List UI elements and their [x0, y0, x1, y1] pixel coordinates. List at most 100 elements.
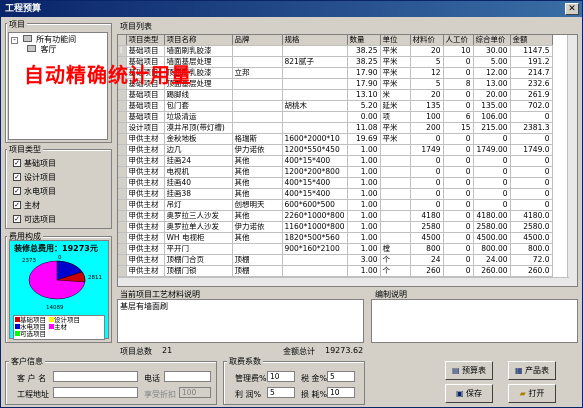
checkbox-base[interactable]: ✓ 基础项目 — [13, 158, 56, 169]
table-cell[interactable]: 创想明天 — [232, 199, 283, 211]
phone-field[interactable] — [164, 371, 211, 382]
table-cell[interactable]: 垃圾清运 — [164, 111, 233, 123]
table-cell[interactable]: 1.00 — [347, 177, 381, 189]
table-cell[interactable]: 1200*550*450 — [282, 144, 348, 156]
address-field[interactable] — [53, 387, 138, 398]
table-cell[interactable]: 20 — [410, 89, 444, 101]
table-cell[interactable]: 甲供主材 — [126, 133, 165, 145]
table-cell[interactable]: 135 — [410, 100, 444, 112]
table-cell[interactable]: 格瑞斯 — [232, 133, 283, 145]
table-cell[interactable]: 踢脚线 — [164, 89, 233, 101]
table-cell[interactable]: 0 — [473, 177, 511, 189]
table-cell[interactable]: 0 — [443, 199, 474, 211]
table-cell[interactable]: 260.00 — [473, 265, 511, 277]
table-cell[interactable]: 边几 — [164, 144, 233, 156]
table-cell[interactable]: 顶棚门合页 — [164, 254, 233, 266]
table-cell[interactable]: 其他 — [232, 188, 283, 200]
open-button[interactable]: ▰ 打开 — [508, 384, 556, 403]
table-cell[interactable]: 顶棚 — [232, 254, 283, 266]
table-row[interactable]: 甲供主材 平开门 900*160*2100 1.00 樘 800 0 800.00 800.0 — [118, 243, 553, 255]
product-table-button[interactable]: ▦ 产品表 — [508, 361, 556, 380]
table-cell[interactable] — [282, 265, 348, 277]
column-header[interactable]: 金额 — [510, 35, 553, 46]
table-cell[interactable]: 13.10 — [347, 89, 381, 101]
table-cell[interactable] — [232, 111, 283, 123]
table-cell[interactable] — [380, 166, 411, 178]
table-cell[interactable]: 0 — [443, 155, 474, 167]
table-cell[interactable]: 0 — [510, 133, 553, 145]
table-cell[interactable]: 400*15*400 — [282, 155, 348, 167]
table-row[interactable]: 甲供主材 挂画40 其他 400*15*400 1.00 0 0 0 0 — [118, 177, 553, 189]
table-cell[interactable]: 基础项目 — [126, 100, 165, 112]
table-cell[interactable]: 其他 — [232, 155, 283, 167]
table-cell[interactable]: 平开门 — [164, 243, 233, 255]
table-row[interactable]: 基础项目 垃圾清运 0.00 项 100 6 106.00 0 — [118, 111, 553, 123]
table-cell[interactable] — [380, 188, 411, 200]
table-cell[interactable]: 0 — [443, 210, 474, 222]
column-header[interactable]: 材料价 — [410, 35, 444, 46]
table-cell[interactable]: 奥罗拉单人沙发 — [164, 221, 233, 233]
table-cell[interactable]: 基础项目 — [126, 89, 165, 101]
table-cell[interactable]: 0 — [443, 232, 474, 244]
table-cell[interactable]: 挂画40 — [164, 177, 233, 189]
table-cell[interactable]: 1.00 — [347, 210, 381, 222]
table-cell[interactable]: WH 电视柜 — [164, 232, 233, 244]
customer-name-field[interactable] — [53, 371, 138, 382]
table-cell[interactable]: 0 — [473, 166, 511, 178]
table-cell[interactable]: 4500.0 — [510, 232, 553, 244]
table-cell[interactable] — [282, 122, 348, 134]
table-row[interactable]: I 基础项目 墙面刷乳胶漆 38.25 平米 20 10 30.00 1147.5 — [118, 45, 553, 57]
table-row[interactable]: 甲供主材 奥罗拉三人沙发 其他 2260*1000*800 1.00 4180 0 4180.… — [118, 210, 553, 222]
tree-item-living-room[interactable]: 客厅 — [27, 44, 57, 55]
table-row[interactable]: 甲供主材 挂画24 其他 400*15*400 1.00 0 0 0 0 — [118, 155, 553, 167]
table-cell[interactable]: 11.08 — [347, 122, 381, 134]
table-cell[interactable]: 800 — [410, 243, 444, 255]
table-cell[interactable] — [282, 45, 348, 57]
table-cell[interactable]: 0 — [410, 133, 444, 145]
table-cell[interactable]: 甲供主材 — [126, 254, 165, 266]
table-cell[interactable]: 1600*2000*10 — [282, 133, 348, 145]
table-cell[interactable]: 0 — [473, 155, 511, 167]
table-cell[interactable]: 甲供主材 — [126, 144, 165, 156]
table-cell[interactable]: 米 — [380, 89, 411, 101]
table-cell[interactable]: 挂画38 — [164, 188, 233, 200]
table-cell[interactable] — [380, 210, 411, 222]
save-button[interactable]: ▣ 保存 — [445, 384, 493, 403]
checkbox-main[interactable]: ✓ 主材 — [13, 200, 40, 211]
table-cell[interactable]: 0 — [443, 56, 474, 68]
table-cell[interactable] — [380, 221, 411, 233]
table-cell[interactable]: 1749.00 — [473, 144, 511, 156]
table-cell[interactable]: 其他 — [232, 177, 283, 189]
table-cell[interactable]: 墙面刷乳胶漆 — [164, 45, 233, 57]
table-cell[interactable]: 0 — [410, 155, 444, 167]
table-cell[interactable]: 1749.0 — [510, 144, 553, 156]
table-cell[interactable]: 38.25 — [347, 45, 381, 57]
table-cell[interactable]: 2381.3 — [510, 122, 553, 134]
table-cell[interactable]: 0 — [443, 188, 474, 200]
table-cell[interactable]: 17.90 — [347, 78, 381, 90]
table-cell[interactable]: 平米 — [380, 122, 411, 134]
table-cell[interactable]: 4180 — [410, 210, 444, 222]
table-cell[interactable]: 0 — [443, 177, 474, 189]
table-cell[interactable]: 0 — [510, 177, 553, 189]
table-row[interactable]: 甲供主材 电视机 其他 1200*200*800 1.00 0 0 0 0 — [118, 166, 553, 178]
table-cell[interactable]: 甲供主材 — [126, 221, 165, 233]
table-cell[interactable] — [282, 67, 348, 79]
table-cell[interactable]: 12.00 — [473, 67, 511, 79]
table-cell[interactable]: 19.69 — [347, 133, 381, 145]
table-cell[interactable]: 0 — [443, 221, 474, 233]
table-cell[interactable]: 顶棚 — [232, 265, 283, 277]
table-cell[interactable]: 24 — [410, 254, 444, 266]
table-cell[interactable]: 260.0 — [510, 265, 553, 277]
table-cell[interactable]: 0 — [410, 188, 444, 200]
table-cell[interactable]: 702.0 — [510, 100, 553, 112]
table-cell[interactable]: 0 — [510, 111, 553, 123]
table-cell[interactable] — [282, 254, 348, 266]
table-cell[interactable]: 106.00 — [473, 111, 511, 123]
table-cell[interactable]: 1160*1000*800 — [282, 221, 348, 233]
table-cell[interactable]: 200 — [410, 122, 444, 134]
table-cell[interactable] — [232, 56, 283, 68]
table-cell[interactable]: 奥罗拉三人沙发 — [164, 210, 233, 222]
table-cell[interactable]: 1.00 — [347, 188, 381, 200]
table-cell[interactable]: 平米 — [380, 56, 411, 68]
